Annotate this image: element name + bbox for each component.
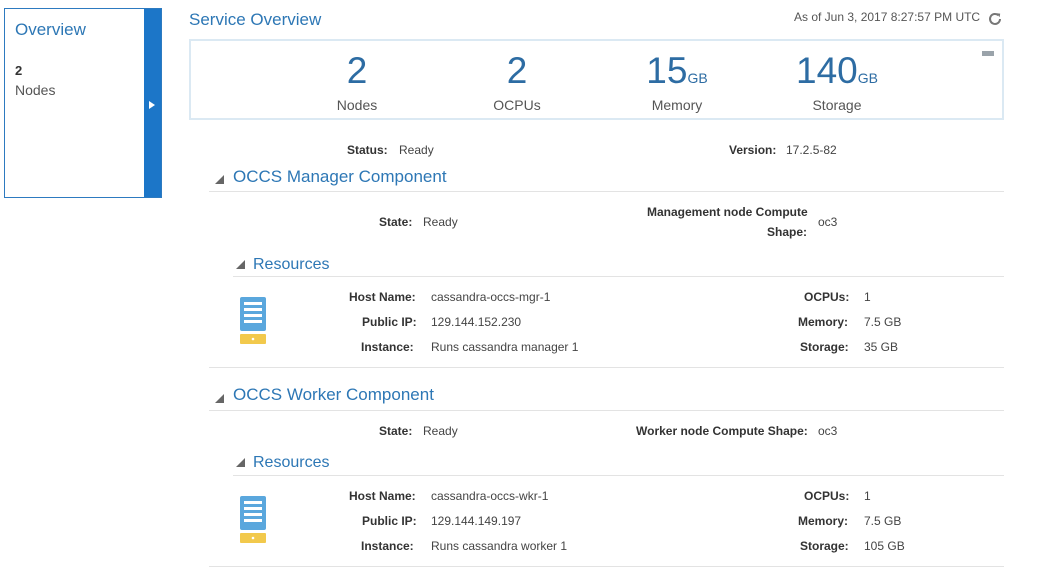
expand-strip[interactable] bbox=[144, 9, 161, 197]
ip-label: Public IP: bbox=[362, 514, 417, 528]
host-value: cassandra-occs-mgr-1 bbox=[431, 290, 551, 304]
memory-label: Memory: bbox=[798, 514, 849, 528]
ocpus-label: OCPUs: bbox=[804, 489, 850, 503]
metrics-panel: 2 Nodes 2 OCPUs 15GB Memory 140GB Storag… bbox=[189, 39, 1004, 120]
minimize-button[interactable] bbox=[982, 51, 994, 56]
metric-value: 140 bbox=[796, 50, 858, 91]
server-icon bbox=[240, 496, 266, 543]
manager-state-value: Ready bbox=[423, 215, 458, 229]
version-label: Version: bbox=[729, 143, 777, 157]
divider bbox=[233, 276, 1004, 277]
ip-label: Public IP: bbox=[362, 315, 417, 329]
worker-shape-value: oc3 bbox=[818, 424, 838, 438]
as-of-timestamp: As of Jun 3, 2017 8:27:57 PM UTC bbox=[794, 10, 981, 24]
metric-label: OCPUs bbox=[493, 97, 541, 113]
divider bbox=[209, 410, 1004, 411]
overview-card[interactable]: Overview 2 Nodes bbox=[4, 8, 162, 198]
host-value: cassandra-occs-wkr-1 bbox=[431, 489, 549, 503]
status-value: Ready bbox=[399, 143, 434, 157]
memory-value: 7.5 GB bbox=[864, 315, 902, 329]
instance-label: Instance: bbox=[361, 340, 414, 354]
storage-label: Storage: bbox=[800, 340, 849, 354]
collapse-triangle-icon[interactable] bbox=[215, 175, 224, 184]
nodes-label: Nodes bbox=[15, 82, 56, 98]
worker-section-title[interactable]: OCCS Worker Component bbox=[233, 385, 434, 405]
divider bbox=[209, 367, 1004, 368]
storage-label: Storage: bbox=[800, 539, 849, 553]
metric-unit: GB bbox=[857, 70, 878, 86]
metric-label: Nodes bbox=[336, 97, 378, 113]
metric-unit: GB bbox=[687, 70, 708, 86]
instance-value: Runs cassandra manager 1 bbox=[431, 340, 579, 354]
storage-value: 35 GB bbox=[864, 340, 899, 354]
refresh-icon[interactable] bbox=[986, 10, 1004, 28]
collapse-triangle-icon[interactable] bbox=[215, 394, 224, 403]
instance-value: Runs cassandra worker 1 bbox=[431, 539, 568, 553]
divider bbox=[209, 566, 1004, 567]
version-value: 17.2.5-82 bbox=[786, 143, 837, 157]
ocpus-label: OCPUs: bbox=[804, 290, 850, 304]
manager-section-title[interactable]: OCCS Manager Component bbox=[233, 167, 447, 187]
memory-label: Memory: bbox=[798, 315, 849, 329]
ip-value: 129.144.152.230 bbox=[431, 315, 522, 329]
server-icon bbox=[240, 297, 266, 344]
collapse-triangle-icon[interactable] bbox=[236, 260, 245, 269]
manager-shape-value: oc3 bbox=[818, 215, 838, 229]
overview-title: Overview bbox=[15, 20, 86, 39]
ip-value: 129.144.149.197 bbox=[431, 514, 522, 528]
storage-value: 105 GB bbox=[864, 539, 905, 553]
status-label: Status: bbox=[347, 143, 388, 157]
manager-shape-label: Management node Compute bbox=[647, 205, 808, 219]
worker-state-label: State: bbox=[379, 424, 413, 438]
manager-shape-label-2: Shape: bbox=[767, 225, 808, 239]
divider bbox=[233, 475, 1004, 476]
metric-label: Storage bbox=[812, 97, 862, 113]
divider bbox=[209, 191, 1004, 192]
host-label: Host Name: bbox=[349, 489, 416, 503]
chevron-right-icon bbox=[149, 101, 155, 109]
ocpus-value: 1 bbox=[864, 489, 871, 503]
worker-resources-title[interactable]: Resources bbox=[253, 454, 329, 472]
metric-label: Memory bbox=[651, 97, 703, 113]
metric-value: 2 bbox=[346, 50, 368, 91]
memory-value: 7.5 GB bbox=[864, 514, 902, 528]
worker-shape-label: Worker node Compute Shape: bbox=[636, 424, 808, 438]
worker-state-value: Ready bbox=[423, 424, 458, 438]
nodes-count: 2 bbox=[15, 63, 23, 78]
collapse-triangle-icon[interactable] bbox=[236, 458, 245, 467]
page-title: Service Overview bbox=[189, 10, 322, 29]
manager-state-label: State: bbox=[379, 215, 413, 229]
manager-resources-title[interactable]: Resources bbox=[253, 256, 329, 274]
metric-value: 2 bbox=[506, 50, 528, 91]
metric-value: 15 bbox=[646, 50, 688, 91]
ocpus-value: 1 bbox=[864, 290, 871, 304]
instance-label: Instance: bbox=[361, 539, 414, 553]
host-label: Host Name: bbox=[349, 290, 416, 304]
